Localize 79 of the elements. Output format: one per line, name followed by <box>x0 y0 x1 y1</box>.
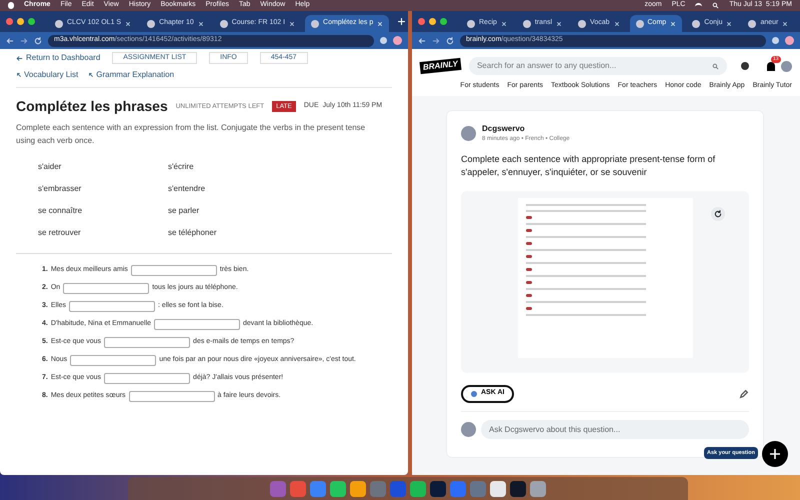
profile-avatar[interactable] <box>785 36 794 45</box>
close-tab-icon[interactable] <box>782 20 788 26</box>
zoom-window-icon[interactable] <box>440 18 447 25</box>
answer-field[interactable] <box>128 390 215 402</box>
commenter-avatar <box>461 422 476 436</box>
close-tab-icon[interactable] <box>614 20 620 26</box>
answer-field[interactable] <box>70 354 156 366</box>
app-icon[interactable] <box>430 480 446 496</box>
arrow-icon[interactable] <box>16 72 22 78</box>
tab-favicon-icon <box>636 20 644 28</box>
tab-favicon-icon <box>311 20 320 28</box>
plus-icon <box>769 448 781 460</box>
expression-text: s'aider <box>38 161 62 173</box>
expression-text: se retrouver <box>38 227 82 239</box>
expression-text: se connaître <box>38 205 84 217</box>
expression-text: s'embrasser <box>38 183 82 195</box>
app-icon[interactable] <box>530 480 546 496</box>
author-avatar <box>461 126 476 140</box>
rotate-icon[interactable] <box>714 210 722 218</box>
tab-favicon-icon <box>692 20 700 28</box>
search-field[interactable]: Search for an answer to any question... <box>468 57 727 75</box>
expression-text: se téléphoner <box>168 227 218 239</box>
tab-favicon-icon <box>147 20 156 28</box>
notification-icon[interactable] <box>767 62 775 70</box>
back-icon[interactable] <box>418 36 426 44</box>
answer-field[interactable] <box>104 372 190 384</box>
instructions-text: Complete each sentence with an expression from the list. Conjugate the verbs in the present tense using each verb once. <box>16 122 366 147</box>
brainly-logo[interactable]: BRAINLY <box>419 58 462 74</box>
close-tab-icon[interactable] <box>500 20 507 26</box>
answer-field[interactable] <box>69 300 156 312</box>
tab-favicon-icon <box>748 20 756 28</box>
user-avatar[interactable] <box>781 60 792 72</box>
answer-field[interactable] <box>130 264 217 276</box>
tab-favicon-icon <box>522 20 531 28</box>
question-text: Complete each sentence with appropriate present-tense form of s'appeler, s'ennuyer, s'inquiéter, or se souvenir <box>461 152 716 178</box>
forward-icon[interactable] <box>20 36 28 44</box>
minimize-window-icon[interactable] <box>429 18 436 25</box>
reload-icon[interactable] <box>446 36 454 44</box>
wifi-icon[interactable] <box>695 3 702 8</box>
app-icon[interactable] <box>510 480 526 496</box>
reload-icon[interactable] <box>34 36 42 44</box>
resource-link[interactable]: Vocabulary List <box>24 69 78 81</box>
answer-field[interactable] <box>154 318 240 330</box>
close-tab-icon[interactable] <box>125 20 132 26</box>
close-tab-icon[interactable] <box>556 20 562 26</box>
profile-avatar[interactable] <box>393 36 402 45</box>
comment-field[interactable]: Ask Dcgswervo about this question... <box>481 420 749 438</box>
close-tab-icon[interactable] <box>198 20 204 26</box>
ask-question-button[interactable] <box>762 441 788 467</box>
answer-field[interactable] <box>63 282 150 294</box>
close-tab-icon[interactable] <box>726 20 732 26</box>
app-icon[interactable] <box>490 480 506 496</box>
close-tab-icon[interactable] <box>289 20 296 26</box>
expression-text: s'entendre <box>168 183 206 195</box>
app-icon[interactable] <box>410 480 426 496</box>
answer-field[interactable] <box>104 336 190 348</box>
tab-favicon-icon <box>220 20 228 28</box>
app-icon[interactable] <box>350 480 366 496</box>
arrow-icon[interactable] <box>88 72 94 78</box>
zoom-window-icon[interactable] <box>28 18 35 25</box>
resource-link[interactable]: Grammar Explanation <box>96 69 174 81</box>
tab-favicon-icon <box>578 20 586 28</box>
expression-text: s'écrire <box>168 161 195 173</box>
expression-text: se parler <box>168 205 200 217</box>
close-window-icon[interactable] <box>6 18 13 25</box>
back-icon[interactable] <box>6 36 14 44</box>
minimize-window-icon[interactable] <box>17 18 24 25</box>
author-name[interactable]: Dcgswervo <box>482 122 570 134</box>
activity-title: Complétez les phrases <box>16 97 168 116</box>
search-icon[interactable] <box>712 62 719 70</box>
pencil-icon[interactable] <box>739 388 749 398</box>
tab-favicon-icon <box>55 20 63 28</box>
forward-icon[interactable] <box>432 36 440 44</box>
close-window-icon[interactable] <box>418 18 425 25</box>
app-icon[interactable] <box>330 480 346 496</box>
tab-favicon-icon <box>467 20 475 28</box>
return-link[interactable]: Return to Dashboard <box>26 52 100 64</box>
new-tab-icon[interactable] <box>397 17 406 26</box>
back-arrow-icon[interactable] <box>16 54 23 62</box>
